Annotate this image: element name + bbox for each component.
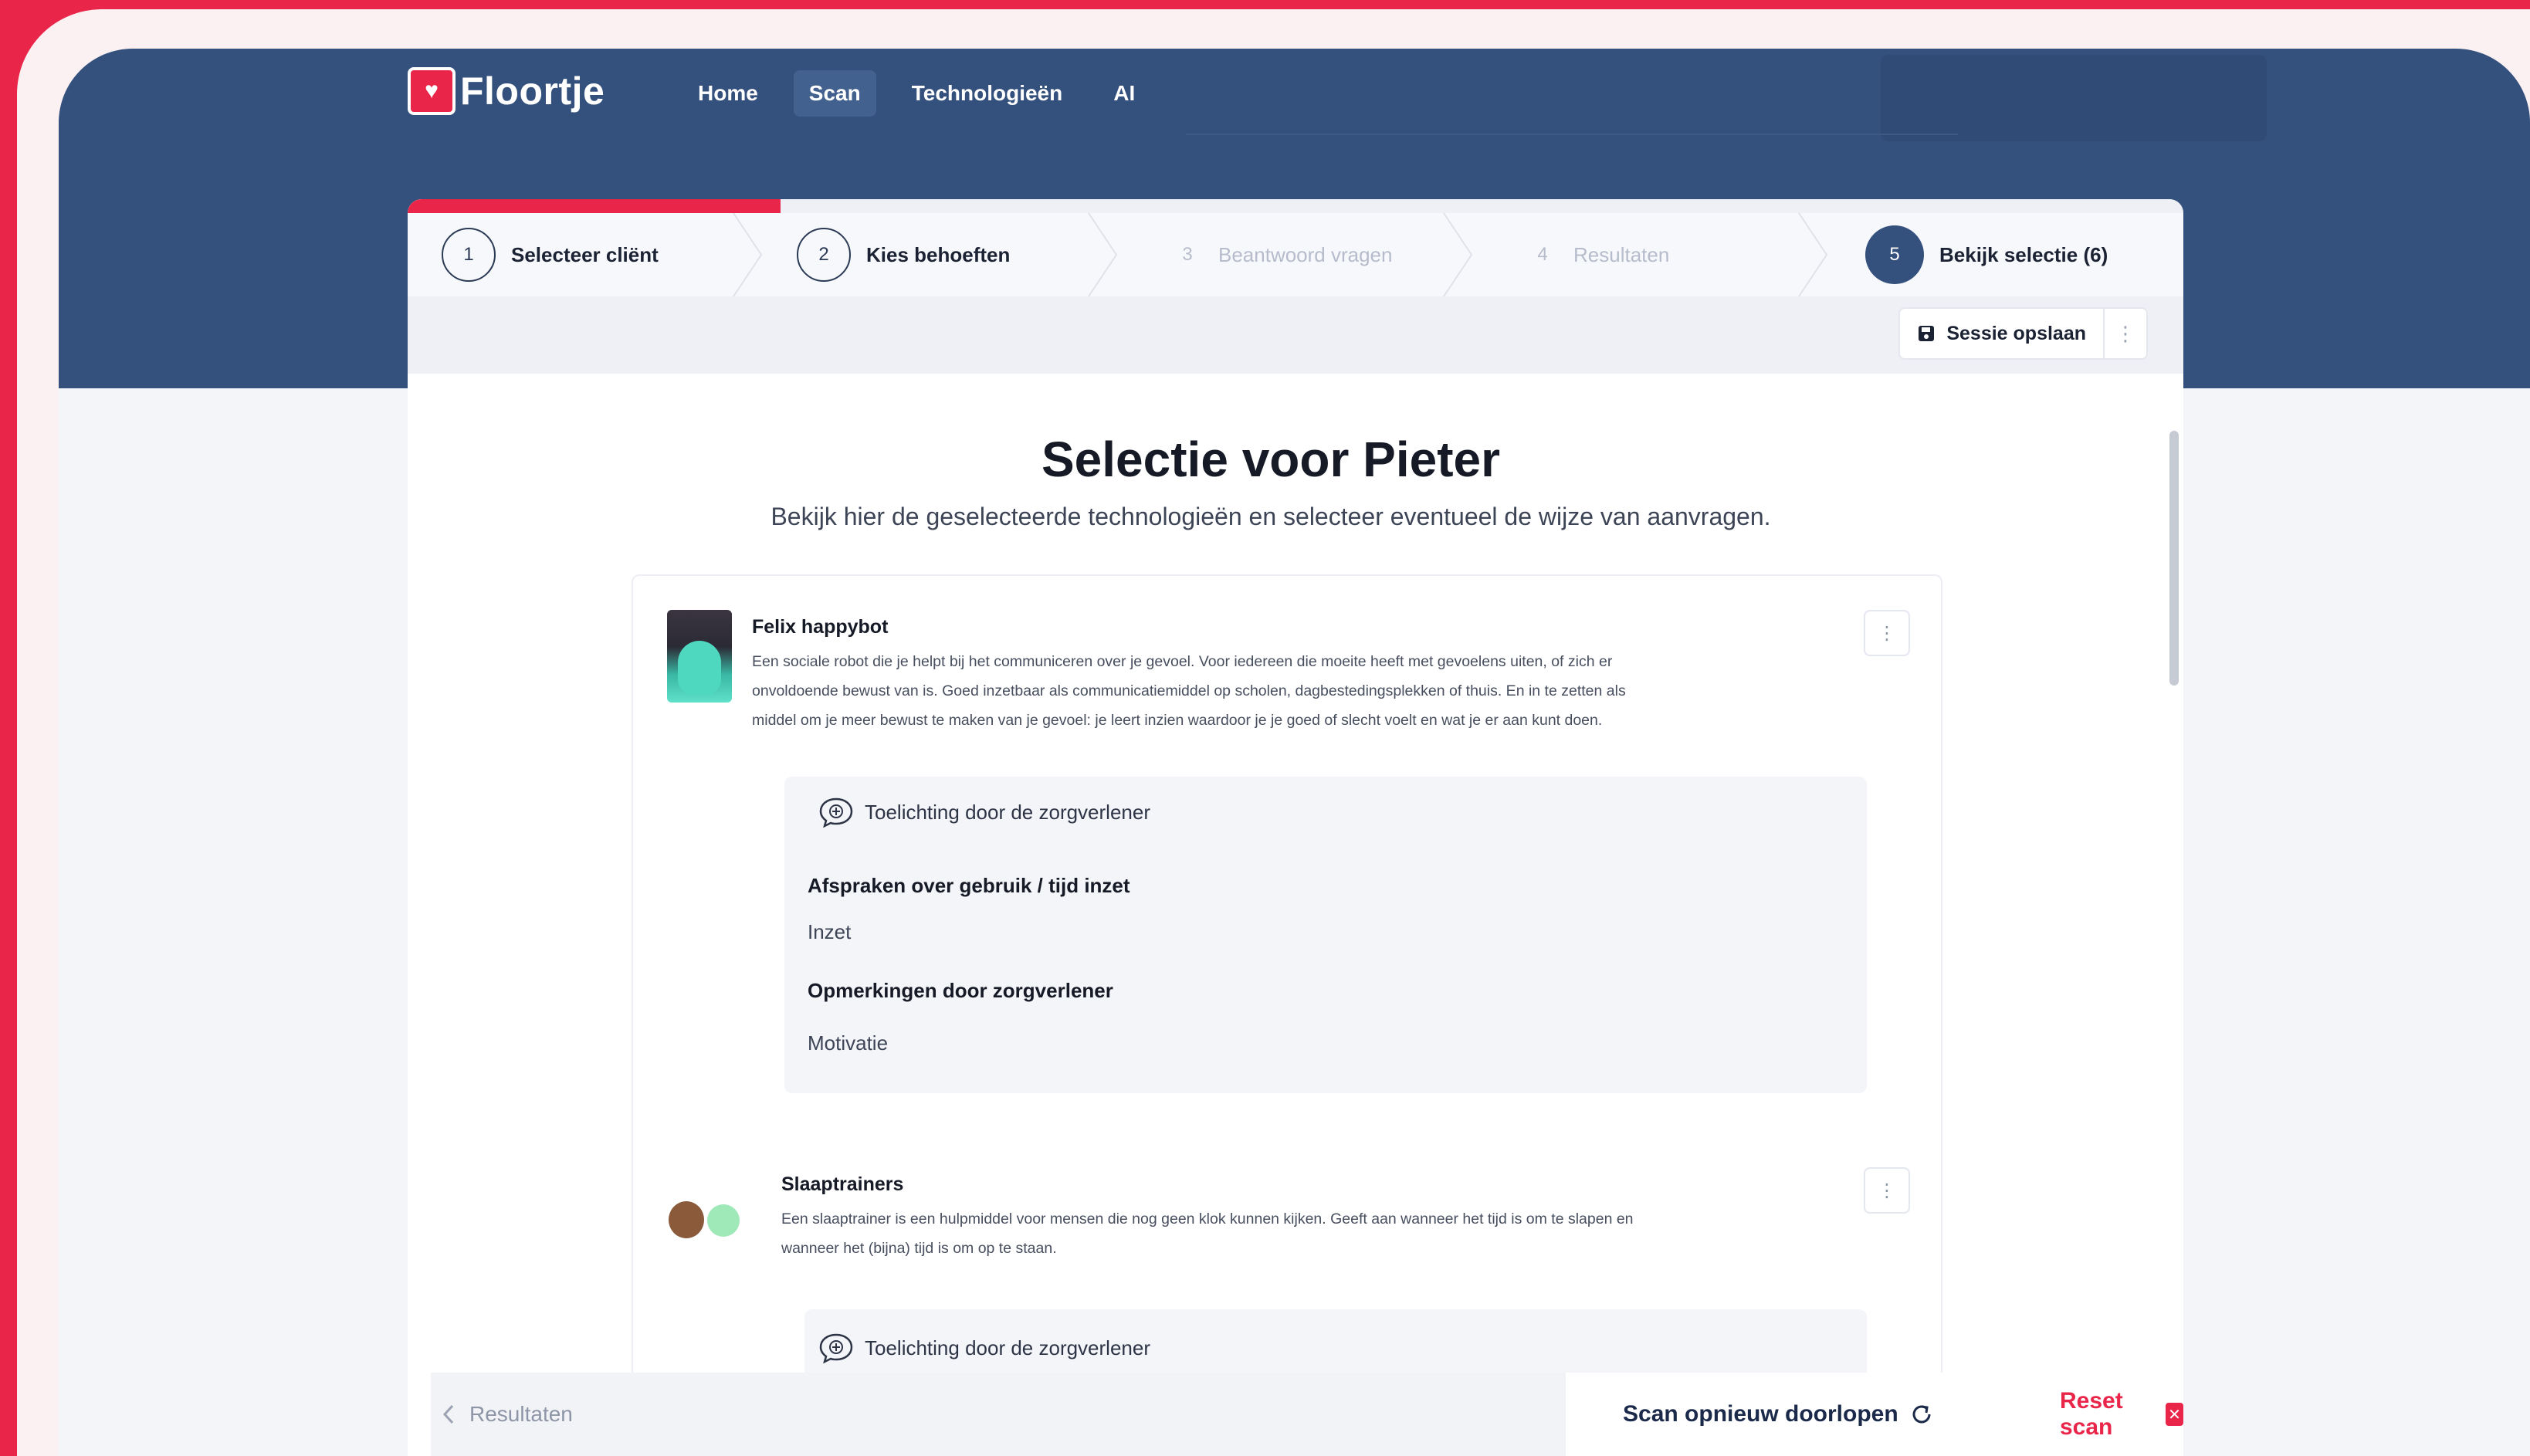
- page-title: Selectie voor Pieter: [1041, 432, 1501, 487]
- note-field-value: Motivatie: [808, 1031, 889, 1055]
- wizard-card: 1 Selecteer cliënt 2 Kies behoeften 3 Be…: [408, 199, 2183, 1456]
- step-number: 5: [1865, 225, 1924, 284]
- step-4: 4 Resultaten: [1527, 225, 1669, 284]
- scrollbar[interactable]: [2169, 431, 2179, 686]
- close-box-icon: ✕: [2166, 1403, 2183, 1426]
- note-field-value: Inzet: [808, 920, 852, 943]
- description-line: wanneer het (bijna) tijd is om op te sta…: [781, 1240, 1057, 1257]
- save-session-button[interactable]: Sessie opslaan: [1900, 309, 2103, 358]
- description-line: middel om je meer bewust te maken van je…: [752, 712, 1603, 729]
- step-number: 2: [797, 228, 851, 282]
- rescan-button[interactable]: Scan opnieuw doorlopen: [1623, 1373, 1934, 1456]
- step-number: 3: [1182, 244, 1193, 265]
- step-separator-icon: [733, 213, 763, 296]
- description-line: Een slaaptrainer is een hulpmiddel voor …: [781, 1211, 1634, 1227]
- note-field-label: Afspraken over gebruik / tijd inzet: [808, 874, 1130, 897]
- note-heading: Toelichting door de zorgverlener: [818, 1332, 1150, 1363]
- progress-fill: [408, 199, 781, 213]
- save-session-label: Sessie opslaan: [1946, 322, 2086, 344]
- nav-ai[interactable]: AI: [1098, 70, 1150, 117]
- toolbar: Sessie opslaan ⋮: [408, 296, 2183, 374]
- page-subtitle: Bekijk hier de geselecteerde technologie…: [771, 503, 1771, 530]
- header-divider: [1186, 134, 1958, 135]
- app-window: ♥ Floortje Home Scan Technologieën AI 1 …: [59, 49, 2530, 1456]
- speech-bubble-plus-icon: [819, 1333, 853, 1363]
- item-menu-button[interactable]: ⋮: [1864, 610, 1910, 656]
- description-line: onvoldoende bewust van is. Goed inzetbaa…: [752, 682, 1626, 699]
- brand-name: Floortje: [460, 69, 605, 113]
- description-line: Een sociale robot die je helpt bij het c…: [752, 653, 1613, 670]
- stepper: 1 Selecteer cliënt 2 Kies behoeften 3 Be…: [408, 213, 2183, 298]
- note-heading-label: Toelichting door de zorgverlener: [865, 800, 1150, 824]
- step-number: 1: [442, 228, 496, 282]
- selection-list: Felix happybot Een sociale robot die je …: [632, 574, 1942, 1456]
- step-label: Kies behoeften: [866, 242, 1011, 266]
- hand-heart-icon: ♥: [408, 67, 456, 115]
- step-2[interactable]: 2 Kies behoeften: [797, 225, 1010, 284]
- step-number: 4: [1537, 244, 1548, 265]
- step-5[interactable]: 5 Bekijk selectie (6): [1865, 225, 2108, 284]
- nav-home[interactable]: Home: [682, 70, 774, 117]
- step-label: Bekijk selectie (6): [1939, 242, 2108, 266]
- main-nav: Home Scan Technologieën AI: [682, 70, 1150, 117]
- save-session-group: Sessie opslaan ⋮: [1898, 307, 2148, 360]
- note-heading-label: Toelichting door de zorgverlener: [865, 1336, 1150, 1359]
- refresh-icon: [1912, 1405, 1931, 1424]
- sheep-figure: [669, 1201, 704, 1238]
- robot-figure: [678, 641, 721, 695]
- floppy-disk-icon: [1919, 326, 1935, 341]
- rescan-label: Scan opnieuw doorlopen: [1623, 1401, 1898, 1427]
- brand[interactable]: ♥ Floortje: [408, 67, 605, 115]
- more-options-icon[interactable]: ⋮: [2103, 309, 2146, 358]
- item-menu-button[interactable]: ⋮: [1864, 1167, 1910, 1214]
- back-button[interactable]: Resultaten: [431, 1373, 1566, 1456]
- progress-track: [408, 199, 2183, 213]
- note-field-label: Opmerkingen door zorgverlener: [808, 979, 1113, 1002]
- light-figure: [707, 1204, 740, 1237]
- wizard-footer: Resultaten Scan opnieuw doorlopen Reset …: [408, 1373, 2183, 1456]
- step-separator-icon: [1088, 213, 1118, 296]
- step-separator-icon: [1798, 213, 1828, 296]
- item-title: Felix happybot: [752, 616, 889, 638]
- step-label: Selecteer cliënt: [511, 242, 659, 266]
- caregiver-note: Toelichting door de zorgverlener Afsprak…: [784, 777, 1867, 1093]
- speech-bubble-plus-icon: [819, 797, 853, 828]
- item-description: Een slaaptrainer is een hulpmiddel voor …: [781, 1204, 1634, 1263]
- back-label: Resultaten: [469, 1402, 573, 1426]
- nav-technologieen[interactable]: Technologieën: [896, 70, 1079, 117]
- step-1[interactable]: 1 Selecteer cliënt: [442, 225, 659, 284]
- felix-happybot-image: [667, 610, 732, 703]
- note-heading: Toelichting door de zorgverlener: [818, 797, 1150, 828]
- step-label: Resultaten: [1573, 242, 1670, 266]
- item-title: Slaaptrainers: [781, 1173, 904, 1195]
- step-separator-icon: [1443, 213, 1473, 296]
- item-description: Een sociale robot die je helpt bij het c…: [752, 647, 1626, 735]
- chevron-left-icon: [442, 1404, 454, 1424]
- reset-scan-button[interactable]: Reset scan ✕: [2060, 1373, 2183, 1456]
- step-3: 3 Beantwoord vragen: [1172, 225, 1392, 284]
- header-decoration: [1881, 55, 2267, 141]
- step-label: Beantwoord vragen: [1218, 242, 1393, 266]
- slaaptrainers-image: [664, 1194, 749, 1248]
- nav-scan[interactable]: Scan: [793, 70, 876, 117]
- reset-label: Reset scan: [2060, 1388, 2123, 1440]
